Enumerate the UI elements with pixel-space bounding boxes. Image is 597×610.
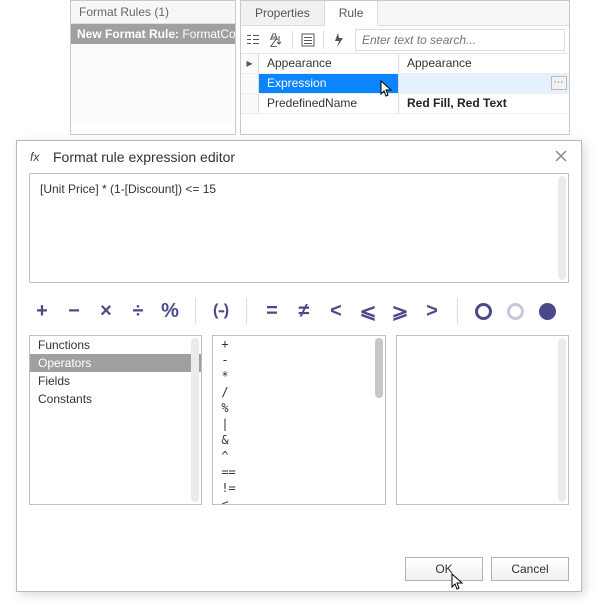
op-equal-button[interactable]: = [259,298,285,324]
op-or-button[interactable] [502,303,528,320]
format-rules-header: Format Rules (1) [71,1,235,24]
collection-editor-icon[interactable] [297,29,319,51]
close-icon[interactable] [555,150,569,164]
grid-key: Appearance [259,54,399,73]
rule-item-prefix: New Format Rule: [77,27,179,41]
category-listbox[interactable]: Functions Operators Fields Constants [29,335,202,505]
search-input[interactable] [355,29,565,51]
category-item-operators[interactable]: Operators [30,354,201,372]
scrollbar[interactable] [558,338,566,502]
list-item[interactable]: - [213,352,384,368]
format-rule-item[interactable]: New Format Rule: FormatCon [71,24,235,44]
list-item[interactable]: | [213,416,384,432]
description-box [396,335,569,505]
grid-val[interactable]: ⋯ [399,74,569,93]
scrollbar[interactable] [191,338,199,502]
scrollbar-thumb[interactable] [375,338,383,398]
list-item[interactable]: != [213,480,384,496]
op-and-button[interactable] [470,303,496,320]
grid-val: Appearance [399,54,569,73]
list-item[interactable]: / [213,384,384,400]
property-grid-panel: Properties Rule AZ ▸ Appearance [240,0,570,135]
op-not-button[interactable] [534,303,560,320]
list-item[interactable]: == [213,464,384,480]
op-notequal-button[interactable]: ≠ [291,298,317,324]
expression-textarea[interactable]: [Unit Price] * (1-[Discount]) <= 15 [29,173,569,283]
expression-text: [Unit Price] * (1-[Discount]) <= 15 [40,182,216,196]
expand-arrow-icon[interactable]: ▸ [241,54,259,73]
rule-item-type: FormatCon [179,27,235,41]
op-parentheses-button[interactable]: (•••) [208,298,234,324]
categorized-icon[interactable] [242,29,264,51]
operator-listbox[interactable]: + - * / % | & ^ == != < [212,335,385,505]
grid-row-appearance[interactable]: ▸ Appearance Appearance [241,54,569,74]
op-multiply-button[interactable]: × [93,298,119,324]
category-item-functions[interactable]: Functions [30,336,201,354]
ellipsis-button[interactable]: ⋯ [551,76,567,90]
list-item[interactable]: < [213,496,384,505]
list-item[interactable]: & [213,432,384,448]
scrollbar[interactable] [558,176,566,280]
grid-key: Expression [259,74,399,93]
category-item-fields[interactable]: Fields [30,372,201,390]
operator-toolbar: + − × ÷ % (•••) = ≠ < ⩽ ⩾ > [29,295,569,327]
list-item[interactable]: % [213,400,384,416]
category-item-constants[interactable]: Constants [30,390,201,408]
op-lessequal-button[interactable]: ⩽ [355,298,381,324]
cancel-button[interactable]: Cancel [491,557,569,581]
grid-row-expression[interactable]: Expression ⋯ [241,74,569,94]
op-minus-button[interactable]: − [61,298,87,324]
op-divide-button[interactable]: ÷ [125,298,151,324]
dialog-title: Format rule expression editor [53,149,235,165]
op-plus-button[interactable]: + [29,298,55,324]
format-rules-panel: Format Rules (1) New Format Rule: Format… [70,0,236,135]
tab-rule[interactable]: Rule [325,1,379,26]
op-greaterequal-button[interactable]: ⩾ [387,298,413,324]
grid-row-predefinedname[interactable]: PredefinedName Red Fill, Red Text [241,94,569,114]
svg-text:fx: fx [30,150,40,164]
list-item[interactable]: + [213,336,384,352]
ok-button[interactable]: OK [405,557,483,581]
list-item[interactable]: ^ [213,448,384,464]
grid-key: PredefinedName [259,94,399,113]
svg-text:Z: Z [270,36,277,47]
grid-val: Red Fill, Red Text [399,94,569,113]
expression-editor-icon: fx [29,149,45,165]
list-item[interactable]: * [213,368,384,384]
events-icon[interactable] [328,29,350,51]
tab-properties[interactable]: Properties [241,1,325,25]
expression-editor-dialog: fx Format rule expression editor [Unit P… [16,140,582,592]
op-less-button[interactable]: < [323,298,349,324]
op-greater-button[interactable]: > [419,298,445,324]
op-percent-button[interactable]: % [157,298,183,324]
alphabetical-icon[interactable]: AZ [266,29,288,51]
